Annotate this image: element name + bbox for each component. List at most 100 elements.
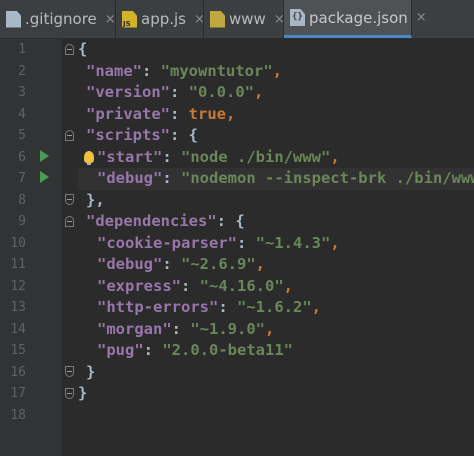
code-line: "name": "myowntutor", <box>78 61 474 83</box>
code-editor[interactable]: 1 2 3 4 5 6 7 8 9 10 11 12 13 14 15 16 1… <box>0 39 474 456</box>
punctuation: { <box>78 40 88 58</box>
code-line: "private": true, <box>78 104 474 126</box>
json-string: "myowntutor" <box>160 61 273 80</box>
line-number: 11 <box>10 257 26 272</box>
json-key: "private" <box>86 104 170 123</box>
json-string: "node ./bin/www" <box>181 147 331 166</box>
punctuation: : <box>170 104 189 123</box>
line-number: 6 <box>18 149 26 165</box>
punctuation: , <box>254 83 264 101</box>
json-file-icon <box>290 9 305 26</box>
line-number: 14 <box>10 321 26 337</box>
fold-toggle-icon[interactable] <box>65 194 74 205</box>
code-line: "dependencies": { <box>78 211 474 233</box>
line-number: 15 <box>10 343 26 358</box>
punctuation: , <box>226 104 236 123</box>
tab-label: .gitignore <box>25 10 97 28</box>
tab-package-json[interactable]: package.json × <box>284 0 427 38</box>
json-key: "morgan" <box>97 319 172 338</box>
code-line: "http-errors": "~1.6.2", <box>78 297 474 319</box>
code-line: "scripts": { <box>78 125 474 147</box>
fold-toggle-icon[interactable] <box>65 388 74 399</box>
line-number: 3 <box>18 85 26 100</box>
punctuation: : <box>216 212 236 230</box>
tab-app-js[interactable]: app.js × <box>116 0 205 38</box>
code-line: "debug": "~2.6.9", <box>78 254 474 276</box>
line-number: 18 <box>10 407 26 423</box>
line-number: 17 <box>10 386 26 401</box>
code-line: "cookie-parser": "~1.4.3", <box>78 233 474 255</box>
line-number: 1 <box>18 42 26 57</box>
code-line: "express": "~4.16.0", <box>78 276 474 298</box>
punctuation: }, <box>86 190 105 209</box>
json-key: "version" <box>86 83 170 101</box>
fold-toggle-icon[interactable] <box>65 216 74 227</box>
punctuation: , <box>311 298 321 316</box>
punctuation: : <box>170 83 189 101</box>
tab-label: app.js <box>141 10 186 28</box>
json-string: "2.0.0-beta11" <box>162 341 293 359</box>
code-content[interactable]: { "name": "myowntutor", "version": "0.0.… <box>78 39 474 426</box>
json-key: "debug" <box>97 169 163 187</box>
code-line: "version": "0.0.0", <box>78 82 474 104</box>
punctuation: : <box>236 233 256 252</box>
line-number: 4 <box>18 106 26 122</box>
json-string: "nodemon --inspect-brk ./bin/www" <box>181 169 474 187</box>
punctuation: : <box>218 298 237 316</box>
code-line: "start": "node ./bin/www", <box>78 147 474 169</box>
www-file-icon <box>210 10 225 28</box>
fold-toggle-icon[interactable] <box>65 44 74 55</box>
fold-toggle-icon[interactable] <box>65 366 74 377</box>
close-icon[interactable]: × <box>416 10 427 25</box>
punctuation: } <box>78 384 88 402</box>
punctuation: : <box>170 126 189 144</box>
json-key: "debug" <box>97 255 163 273</box>
line-number: 8 <box>18 192 26 208</box>
json-string: "~2.6.9" <box>181 255 256 273</box>
tab-gitignore[interactable]: .gitignore × <box>0 0 116 38</box>
js-file-icon <box>122 10 137 28</box>
punctuation: , <box>272 61 282 80</box>
line-number-gutter: 1 2 3 4 5 6 7 8 9 10 11 12 13 14 15 16 1… <box>0 39 62 456</box>
run-script-debug-icon[interactable] <box>40 171 49 183</box>
json-string: "~1.6.2" <box>237 298 312 316</box>
editor-tab-bar: .gitignore × app.js × www × package.json… <box>0 0 474 39</box>
json-key: "cookie-parser" <box>97 233 237 252</box>
line-number: 10 <box>10 235 26 251</box>
tab-www[interactable]: www × <box>204 0 285 38</box>
close-icon[interactable]: × <box>105 12 116 27</box>
punctuation: : <box>171 319 191 338</box>
punctuation: : <box>162 169 181 187</box>
tab-label: www <box>229 10 266 28</box>
fold-toggle-icon[interactable] <box>65 130 74 141</box>
punctuation: : <box>181 276 200 295</box>
punctuation: } <box>86 362 96 381</box>
code-line: "pug": "2.0.0-beta11" <box>78 340 474 362</box>
json-keyword: true <box>188 104 226 123</box>
line-number: 7 <box>18 171 26 186</box>
tab-label: package.json <box>309 8 408 27</box>
punctuation: , <box>264 319 275 338</box>
punctuation: : <box>162 255 181 273</box>
json-string: "~1.9.0" <box>190 319 265 338</box>
code-line: } <box>78 383 474 405</box>
punctuation: , <box>255 255 265 273</box>
punctuation: , <box>330 147 340 166</box>
json-key: "express" <box>97 276 181 295</box>
line-number: 13 <box>10 300 26 315</box>
code-line: } <box>78 362 474 384</box>
line-number: 16 <box>10 364 26 380</box>
run-script-start-icon[interactable] <box>40 150 49 162</box>
punctuation: : <box>162 147 181 166</box>
json-key: "start" <box>97 147 163 166</box>
line-number: 12 <box>10 278 26 294</box>
code-line: { <box>78 39 474 61</box>
punctuation: : <box>142 61 161 80</box>
punctuation: { <box>235 212 245 230</box>
json-key: "name" <box>86 61 142 80</box>
line-number: 5 <box>18 128 26 143</box>
json-key: "scripts" <box>86 126 170 144</box>
punctuation: { <box>188 126 199 144</box>
punctuation: , <box>283 276 294 295</box>
